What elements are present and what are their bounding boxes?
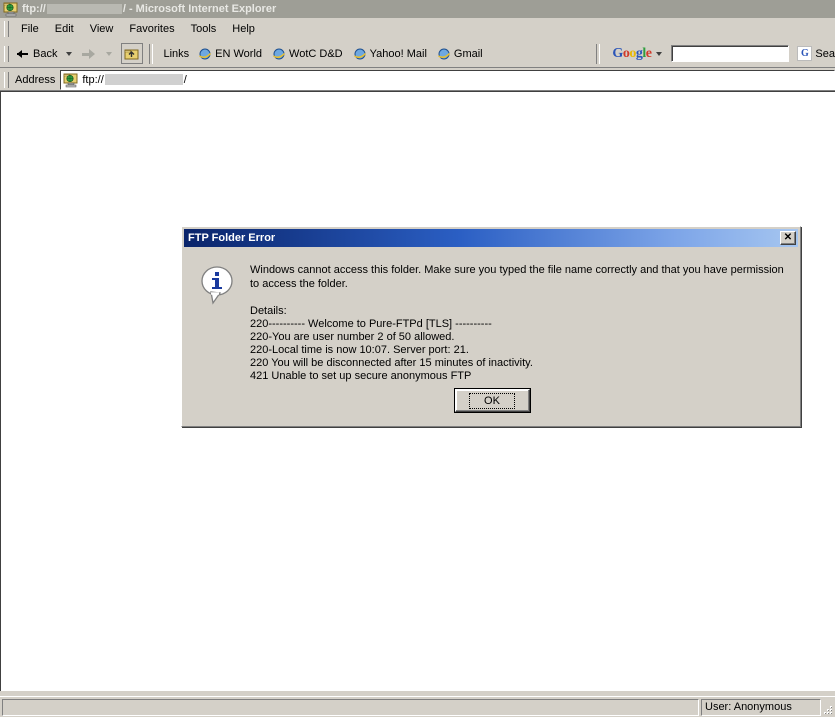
- internet-explorer-icon: [437, 47, 451, 61]
- status-bar: User: Anonymous: [0, 696, 835, 717]
- ok-button-label: OK: [469, 392, 515, 409]
- link-label: Gmail: [453, 47, 483, 60]
- address-scheme: ftp://: [82, 73, 104, 86]
- toolbar-gripper[interactable]: [4, 45, 9, 62]
- dialog-button-row: OK: [182, 389, 802, 412]
- window-title-suffix: / - Microsoft Internet Explorer: [122, 3, 277, 15]
- back-button-label: Back: [33, 47, 58, 60]
- redacted-hostname: [104, 74, 183, 85]
- internet-explorer-icon: [272, 47, 286, 61]
- window-title: ftp:// / - Microsoft Internet Explorer: [22, 3, 276, 15]
- ftp-folder-icon: [63, 72, 79, 88]
- google-search-input[interactable]: [671, 45, 790, 62]
- dialog-body: Windows cannot access this folder. Make …: [182, 247, 800, 383]
- google-logo-letter: e: [645, 45, 652, 61]
- internet-explorer-icon: [198, 47, 212, 61]
- window-titlebar: ftp:// / - Microsoft Internet Explorer: [0, 0, 835, 18]
- google-logo-letter: G: [612, 45, 623, 61]
- status-text: [2, 698, 699, 716]
- dialog-details: Details: 220---------- Welcome to Pure-F…: [250, 305, 533, 382]
- toolbar-separator: [149, 43, 154, 64]
- menu-item-edit[interactable]: Edit: [47, 21, 82, 37]
- google-logo[interactable]: Google: [612, 46, 651, 62]
- navigation-toolbar: Back Links EN World WotC D&D Yahoo! Mail…: [0, 40, 835, 68]
- google-search-button[interactable]: G Sea: [797, 46, 835, 61]
- link-label: Yahoo! Mail: [369, 47, 427, 60]
- window-title-prefix: ftp://: [22, 3, 46, 15]
- dialog-titlebar: FTP Folder Error ✕: [184, 229, 798, 247]
- address-gripper[interactable]: [4, 71, 9, 88]
- browser-window: ftp:// / - Microsoft Internet Explorer Fi…: [0, 0, 835, 717]
- up-folder-icon: [124, 49, 139, 59]
- forward-history-chevron-down-icon[interactable]: [106, 51, 113, 56]
- address-input[interactable]: ftp:// /: [60, 69, 835, 90]
- redacted-hostname: [46, 4, 122, 14]
- menu-item-help[interactable]: Help: [224, 21, 263, 37]
- ftp-folder-icon: [3, 1, 19, 17]
- address-label: Address: [15, 73, 56, 86]
- back-button[interactable]: Back: [13, 43, 61, 65]
- dialog-title: FTP Folder Error: [188, 232, 276, 244]
- google-search-button-label: Sea: [815, 47, 835, 60]
- address-trailing: /: [183, 73, 187, 86]
- dialog-message: Windows cannot access this folder. Make …: [250, 264, 784, 290]
- status-user: User: Anonymous: [701, 698, 821, 716]
- back-history-chevron-down-icon[interactable]: [66, 51, 73, 56]
- close-icon[interactable]: ✕: [780, 231, 796, 245]
- arrow-left-icon: [17, 49, 31, 59]
- links-label: Links: [163, 47, 190, 60]
- forward-button[interactable]: [77, 43, 101, 65]
- menu-item-tools[interactable]: Tools: [183, 21, 225, 37]
- internet-explorer-icon: [353, 47, 367, 61]
- link-wotc-dnd[interactable]: WotC D&D: [267, 47, 348, 61]
- link-gmail[interactable]: Gmail: [432, 47, 488, 61]
- address-bar: Address ftp:// /: [0, 69, 835, 91]
- google-toolbar: Google G Sea: [606, 41, 835, 67]
- google-g-icon: G: [797, 46, 813, 61]
- menu-gripper[interactable]: [4, 20, 9, 37]
- link-yahoo-mail[interactable]: Yahoo! Mail: [348, 47, 432, 61]
- google-menu-chevron-down-icon[interactable]: [656, 51, 663, 56]
- menu-item-view[interactable]: View: [82, 21, 122, 37]
- menu-bar: File Edit View Favorites Tools Help: [0, 18, 835, 40]
- resize-grip-icon[interactable]: [820, 702, 834, 716]
- menu-item-file[interactable]: File: [13, 21, 47, 37]
- dialog-text-block: Windows cannot access this folder. Make …: [250, 261, 788, 383]
- link-en-world[interactable]: EN World: [193, 47, 267, 61]
- link-label: WotC D&D: [289, 47, 343, 60]
- address-value: ftp:// /: [82, 74, 186, 86]
- ftp-folder-error-dialog: FTP Folder Error ✕ Windows cannot access…: [181, 226, 801, 427]
- info-icon: [200, 265, 236, 305]
- link-label: EN World: [215, 47, 263, 60]
- google-toolbar-separator: [596, 43, 601, 64]
- up-one-level-button[interactable]: [121, 43, 144, 64]
- menu-item-favorites[interactable]: Favorites: [121, 21, 182, 37]
- ok-button[interactable]: OK: [454, 389, 530, 412]
- arrow-right-icon: [81, 48, 96, 59]
